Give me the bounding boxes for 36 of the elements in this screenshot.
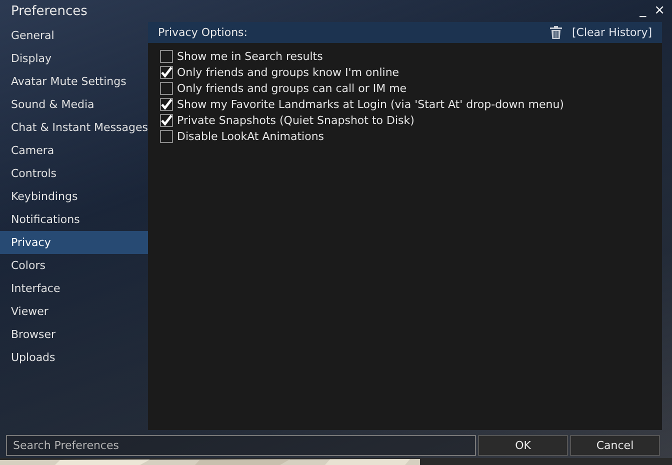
sidebar-item[interactable]: Chat & Instant Messages — [0, 116, 148, 139]
option-label: Only friends and groups can call or IM me — [177, 82, 407, 94]
option-label: Private Snapshots (Quiet Snapshot to Disk) — [177, 114, 414, 126]
checkbox[interactable] — [160, 82, 173, 94]
sidebar-item[interactable]: Browser — [0, 323, 148, 346]
checkbox[interactable] — [160, 130, 173, 142]
sidebar-item[interactable]: Viewer — [0, 300, 148, 323]
sidebar-item[interactable]: Notifications — [0, 208, 148, 231]
option-label: Show me in Search results — [177, 50, 323, 62]
sidebar-item[interactable]: Privacy — [0, 231, 148, 254]
checkbox[interactable] — [160, 66, 173, 78]
sidebar-item[interactable]: Camera — [0, 139, 148, 162]
sidebar-item[interactable]: Keybindings — [0, 185, 148, 208]
sidebar-item[interactable]: Uploads — [0, 346, 148, 369]
option-label: Only friends and groups know I'm online — [177, 66, 400, 78]
option-label: Show my Favorite Landmarks at Login (via 'Start At' drop-down menu) — [177, 98, 564, 110]
checkbox[interactable] — [160, 98, 173, 110]
clear-history-link[interactable]: [Clear History] — [572, 26, 652, 39]
window-title: Preferences — [11, 4, 88, 18]
sidebar-item[interactable]: Avatar Mute Settings — [0, 70, 148, 93]
sidebar-item[interactable]: Interface — [0, 277, 148, 300]
checkbox[interactable] — [160, 50, 173, 62]
trash-icon[interactable] — [550, 26, 562, 39]
sidebar-item[interactable]: Display — [0, 47, 148, 70]
minimize-button[interactable]: _ — [636, 4, 650, 18]
sidebar-item[interactable]: Sound & Media — [0, 93, 148, 116]
panel-title: Privacy Options: — [158, 26, 248, 39]
sidebar-item[interactable]: Controls — [0, 162, 148, 185]
close-button[interactable]: × — [651, 4, 668, 18]
sidebar-item[interactable]: General — [0, 24, 148, 47]
search-field[interactable]: Search Preferences — [6, 435, 476, 456]
cancel-button[interactable]: Cancel — [570, 435, 660, 456]
checkbox[interactable] — [160, 114, 173, 126]
sidebar-item[interactable]: Colors — [0, 254, 148, 277]
ok-button[interactable]: OK — [478, 435, 568, 456]
option-label: Disable LookAt Animations — [177, 130, 324, 142]
